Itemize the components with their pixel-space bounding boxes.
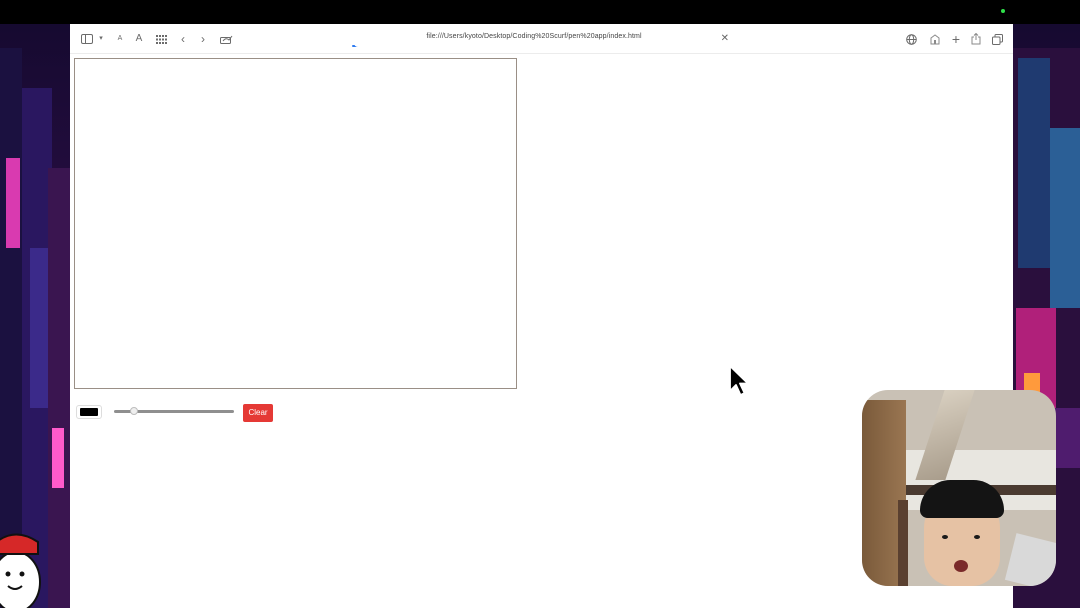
- neon-sign: [52, 428, 64, 488]
- mouse-cursor-icon: [728, 364, 750, 400]
- browser-toolbar: ▾ A A ‹ › file:///Users/kyoto/Desktop/Co…: [70, 24, 1013, 54]
- tabs-icon[interactable]: [991, 32, 1003, 46]
- mascot-sticker-icon: [0, 524, 44, 608]
- building: [48, 168, 70, 608]
- clear-button[interactable]: Clear: [243, 404, 273, 422]
- sidebar-icon[interactable]: [80, 32, 94, 46]
- building-windows: [1050, 128, 1080, 308]
- camera-indicator-icon: [1001, 9, 1005, 13]
- grid-icon[interactable]: [155, 32, 167, 46]
- forward-icon[interactable]: ›: [198, 32, 208, 46]
- pen-color-picker[interactable]: [76, 405, 102, 419]
- pen-size-slider[interactable]: [114, 408, 236, 414]
- home-icon[interactable]: [929, 32, 941, 46]
- person-eye: [942, 535, 948, 539]
- address-url[interactable]: file:///Users/kyoto/Desktop/Coding%20Scu…: [354, 33, 714, 40]
- person-eye: [974, 535, 980, 539]
- room-bunk-frame: [898, 500, 908, 586]
- slider-thumb[interactable]: [130, 407, 138, 415]
- drawing-canvas[interactable]: [74, 58, 517, 389]
- address-bar[interactable]: file:///Users/kyoto/Desktop/Coding%20Scu…: [354, 31, 732, 47]
- building: [1052, 408, 1080, 468]
- clear-icon[interactable]: ✕: [721, 32, 729, 46]
- signature-icon[interactable]: [219, 32, 233, 46]
- share-icon[interactable]: [970, 32, 982, 46]
- building-windows: [30, 248, 48, 408]
- webcam-overlay: [862, 390, 1056, 586]
- text-larger-icon[interactable]: A: [134, 32, 144, 46]
- new-tab-icon[interactable]: +: [950, 32, 962, 46]
- pen-controls: Clear: [76, 401, 376, 425]
- translate-icon[interactable]: [905, 32, 917, 46]
- person-hair: [920, 480, 1004, 518]
- chevron-down-icon[interactable]: ▾: [97, 32, 105, 46]
- menu-bar: [0, 0, 1080, 24]
- neon-sign: [6, 158, 20, 248]
- building-windows: [1018, 58, 1050, 268]
- text-smaller-icon[interactable]: A: [116, 32, 124, 46]
- pen-color-fill: [80, 408, 98, 416]
- room-box: [1005, 533, 1056, 586]
- person-mouth: [954, 560, 968, 572]
- back-icon[interactable]: ‹: [178, 32, 188, 46]
